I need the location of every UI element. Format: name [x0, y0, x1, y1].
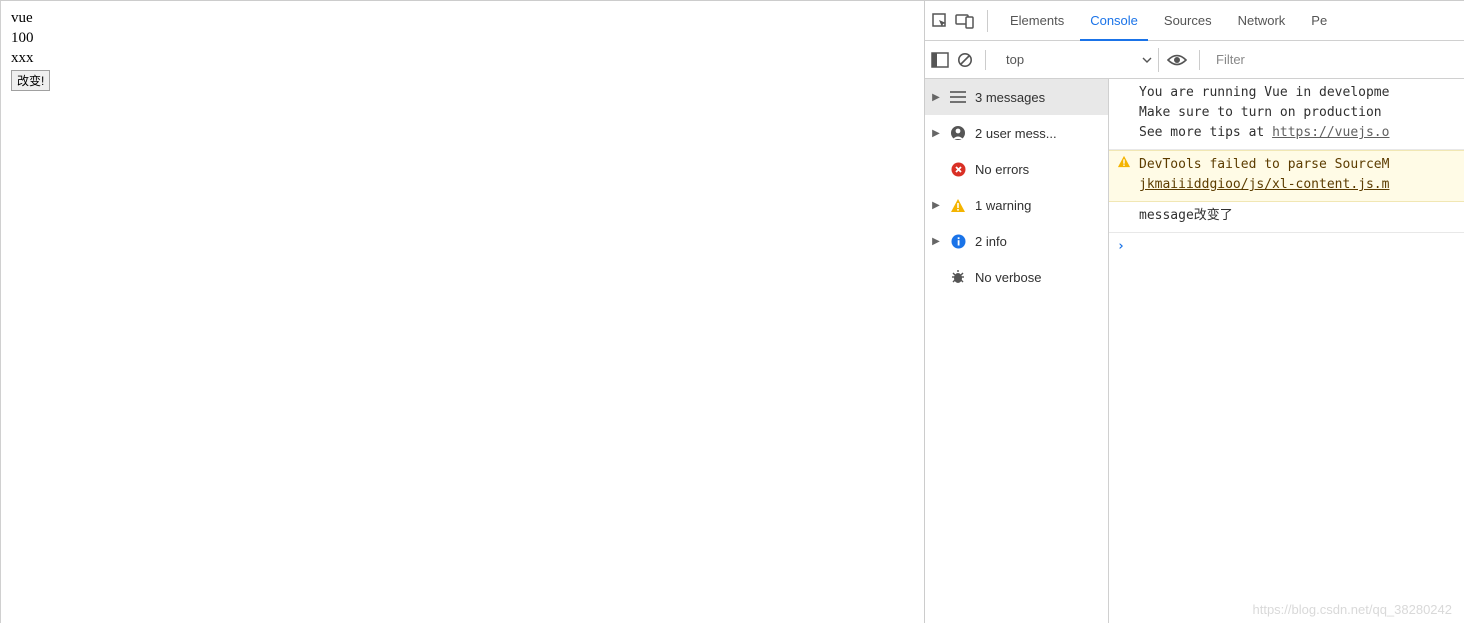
text-line-3: xxx	[11, 48, 914, 68]
device-toggle-icon[interactable]	[955, 12, 975, 30]
info-icon	[949, 234, 967, 249]
log-line: See more tips at https://vuejs.o	[1139, 123, 1456, 143]
log-entry[interactable]: message改变了	[1109, 202, 1464, 233]
expand-icon: ▶	[931, 128, 941, 139]
sidebar-item-label: No verbose	[975, 270, 1102, 285]
sidebar-item-user-messages[interactable]: ▶ 2 user mess...	[925, 115, 1108, 151]
text-line-2: 100	[11, 28, 914, 48]
sidebar-item-errors[interactable]: No errors	[925, 151, 1108, 187]
app-viewport: vue 100 xxx 改变!	[0, 1, 924, 623]
sidebar-item-verbose[interactable]: No verbose	[925, 259, 1108, 295]
log-entry-warning[interactable]: DevTools failed to parse SourceM jkmaiii…	[1109, 150, 1464, 202]
sidebar-toggle-icon[interactable]	[931, 52, 949, 68]
log-entry-info[interactable]: You are running Vue in developme Make su…	[1109, 79, 1464, 150]
log-line: You are running Vue in developme	[1139, 83, 1456, 103]
console-prompt[interactable]: ›	[1109, 233, 1464, 261]
clear-console-icon[interactable]	[957, 52, 973, 68]
error-icon	[949, 162, 967, 177]
context-selector[interactable]: top	[998, 48, 1159, 72]
sidebar-item-label: 2 user mess...	[975, 126, 1102, 141]
divider	[987, 10, 988, 32]
expand-icon: ▶	[931, 236, 941, 247]
sidebar-item-label: No errors	[975, 162, 1102, 177]
filter-input[interactable]	[1212, 50, 1332, 69]
log-line: Make sure to turn on production	[1139, 103, 1456, 123]
live-expression-icon[interactable]	[1167, 53, 1187, 67]
expand-icon: ▶	[931, 92, 941, 103]
devtools-panel: Elements Console Sources Network Pe top	[924, 1, 1464, 623]
sidebar-item-warnings[interactable]: ▶ 1 warning	[925, 187, 1108, 223]
tab-overflow[interactable]: Pe	[1301, 1, 1337, 40]
log-line: jkmaiiiddgioo/js/xl-content.js.m	[1139, 175, 1456, 195]
tab-network[interactable]: Network	[1228, 1, 1296, 40]
log-line: message改变了	[1139, 206, 1456, 226]
inspect-icon[interactable]	[931, 12, 949, 30]
tab-console[interactable]: Console	[1080, 1, 1148, 40]
user-icon	[949, 125, 967, 141]
devtools-tab-strip: Elements Console Sources Network Pe	[925, 1, 1464, 41]
change-button[interactable]: 改变!	[11, 70, 50, 91]
sidebar-item-label: 1 warning	[975, 198, 1102, 213]
sidebar-item-info[interactable]: ▶ 2 info	[925, 223, 1108, 259]
divider	[1199, 50, 1200, 70]
tab-elements[interactable]: Elements	[1000, 1, 1074, 40]
bug-icon	[949, 269, 967, 285]
log-link[interactable]: jkmaiiiddgioo/js/xl-content.js.m	[1139, 177, 1389, 192]
sidebar-item-messages[interactable]: ▶ 3 messages	[925, 79, 1108, 115]
warning-icon	[1117, 155, 1131, 168]
tab-sources[interactable]: Sources	[1154, 1, 1222, 40]
text-line-1: vue	[11, 8, 914, 28]
divider	[985, 50, 986, 70]
list-icon	[949, 91, 967, 103]
sidebar-item-label: 3 messages	[975, 90, 1102, 105]
log-line: DevTools failed to parse SourceM	[1139, 155, 1456, 175]
expand-icon: ▶	[931, 200, 941, 211]
chevron-down-icon	[1142, 55, 1152, 65]
log-link[interactable]: https://vuejs.o	[1272, 125, 1389, 140]
context-label: top	[1006, 52, 1136, 67]
sidebar-item-label: 2 info	[975, 234, 1102, 249]
console-output: You are running Vue in developme Make su…	[1109, 79, 1464, 623]
console-body: ▶ 3 messages ▶ 2 user mess...	[925, 79, 1464, 623]
console-toolbar: top	[925, 41, 1464, 79]
warning-icon	[949, 198, 967, 213]
chevron-right-icon: ›	[1117, 237, 1125, 257]
console-sidebar: ▶ 3 messages ▶ 2 user mess...	[925, 79, 1109, 623]
